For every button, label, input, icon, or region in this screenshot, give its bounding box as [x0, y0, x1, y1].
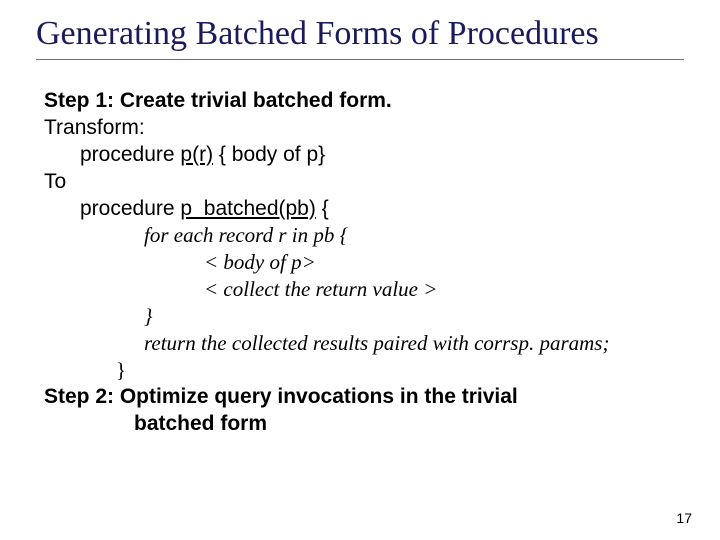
body-of-p-line: < body of p> — [44, 249, 684, 276]
slide-body: Step 1: Create trivial batched form. Tra… — [44, 88, 684, 437]
proc-batched-suffix: { — [316, 197, 329, 220]
slide: Generating Batched Forms of Procedures S… — [0, 0, 720, 540]
foreach-line: for each record r in pb { — [44, 222, 684, 249]
transform-label: Transform: — [44, 115, 684, 142]
step1-heading: Step 1: Create trivial batched form. — [44, 88, 684, 115]
slide-title: Generating Batched Forms of Procedures — [36, 14, 684, 59]
collect-line: < collect the return value > — [44, 276, 684, 303]
proc-batched-prefix: procedure — [80, 197, 180, 220]
step2-line1: Step 2: Optimize query invocations in th… — [44, 384, 684, 411]
proc-orig-suffix: { body of p} — [213, 143, 325, 166]
proc-original: procedure p(r) { body of p} — [44, 142, 684, 169]
step2-line2: batched form — [44, 411, 684, 438]
close-inner-brace: } — [44, 303, 684, 330]
close-outer-brace: } — [44, 357, 684, 384]
proc-orig-prefix: procedure — [80, 143, 180, 166]
title-block: Generating Batched Forms of Procedures — [36, 14, 684, 60]
proc-orig-sig: p(r) — [180, 143, 213, 166]
title-underline — [36, 59, 684, 60]
proc-batched-sig: p_batched(pb) — [180, 197, 315, 220]
page-number: 17 — [676, 510, 692, 526]
to-label: To — [44, 169, 684, 196]
return-line: return the collected results paired with… — [44, 330, 684, 357]
proc-batched: procedure p_batched(pb) { — [44, 196, 684, 223]
